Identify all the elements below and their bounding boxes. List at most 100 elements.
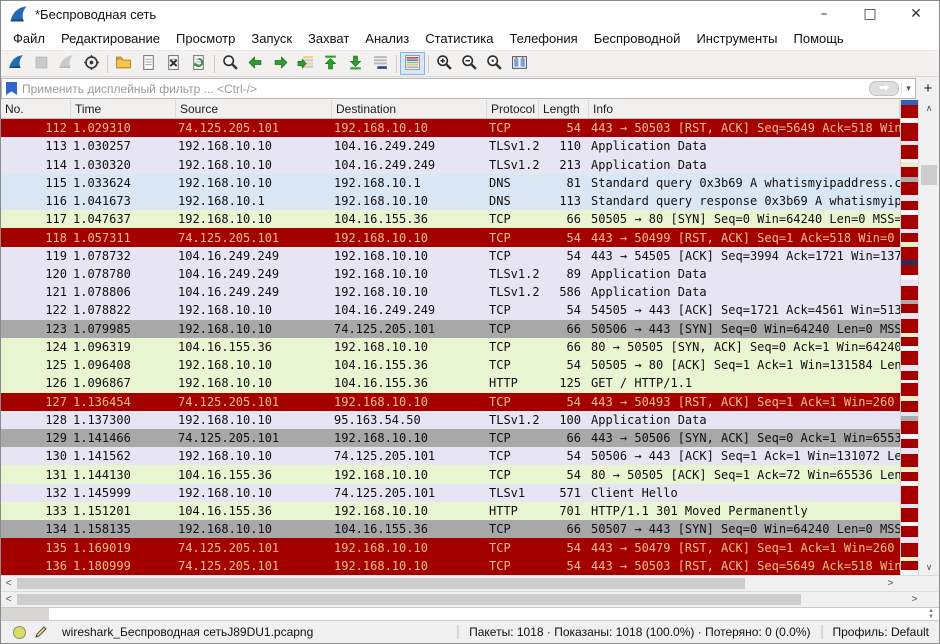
column-header-destination[interactable]: Destination <box>332 100 487 118</box>
vertical-scroll-track[interactable] <box>919 116 939 559</box>
display-filter-input[interactable] <box>22 82 867 96</box>
filter-apply-button[interactable]: ➡ <box>869 81 899 96</box>
menu-item-edit[interactable]: Редактирование <box>53 28 168 49</box>
filter-dropdown-caret-icon[interactable]: ▾ <box>901 83 915 94</box>
open-file-button[interactable] <box>111 52 136 75</box>
filter-add-button[interactable]: + <box>919 78 937 99</box>
menu-item-wireless[interactable]: Беспроводной <box>586 28 689 49</box>
profile-label[interactable]: Профиль: Default <box>821 625 934 639</box>
horizontal-scrollbar-2[interactable]: < > <box>1 592 922 607</box>
packet-row-117[interactable]: 1171.047637192.168.10.10104.16.155.36TCP… <box>1 210 900 228</box>
scroll-right-icon[interactable]: > <box>907 594 922 605</box>
packet-row-114[interactable]: 1141.030320192.168.10.10104.16.249.249TL… <box>1 155 900 173</box>
close-file-button[interactable] <box>161 52 186 75</box>
horizontal-scrollbar-1[interactable]: < > <box>1 576 898 591</box>
scroll-right-icon[interactable]: > <box>883 578 898 589</box>
packet-row-126[interactable]: 1261.096867192.168.10.10104.16.155.36HTT… <box>1 374 900 392</box>
packet-row-124[interactable]: 1241.096319104.16.155.36192.168.10.10TCP… <box>1 338 900 356</box>
capture-options-button[interactable] <box>79 52 104 75</box>
column-header-info[interactable]: Info <box>589 100 900 118</box>
scroll-up-icon[interactable]: ∧ <box>919 100 939 116</box>
zoom-out-button[interactable] <box>457 52 482 75</box>
cell-len: 54 <box>539 559 589 573</box>
auto-scroll-button[interactable] <box>368 52 393 75</box>
packet-row-120[interactable]: 1201.078780104.16.249.249192.168.10.10TL… <box>1 265 900 283</box>
packet-row-128[interactable]: 1281.137300192.168.10.1095.163.54.50TLSv… <box>1 411 900 429</box>
mini-scroll-thumb[interactable] <box>1 608 49 620</box>
column-header-length[interactable]: Length <box>539 100 589 118</box>
menu-item-capture[interactable]: Захват <box>300 28 357 49</box>
column-header-source[interactable]: Source <box>176 100 332 118</box>
packet-row-112[interactable]: 1121.02931074.125.205.101192.168.10.10TC… <box>1 119 900 137</box>
close-button[interactable]: ✕ <box>893 1 939 27</box>
first-packet-button[interactable] <box>318 52 343 75</box>
packet-row-121[interactable]: 1211.078806104.16.249.249192.168.10.10TL… <box>1 283 900 301</box>
filter-bookmark-icon[interactable] <box>6 82 17 95</box>
goto-packet-button[interactable] <box>293 52 318 75</box>
minimap-band <box>901 215 918 229</box>
column-header-time[interactable]: Time <box>71 100 176 118</box>
colorize-button[interactable] <box>400 52 425 75</box>
resize-columns-button[interactable] <box>507 52 532 75</box>
zoom-in-button[interactable] <box>432 52 457 75</box>
packet-minimap[interactable] <box>901 100 918 575</box>
menu-item-view[interactable]: Просмотр <box>168 28 243 49</box>
previous-packet-button[interactable] <box>243 52 268 75</box>
column-header-no[interactable]: No. <box>1 100 71 118</box>
packet-row-113[interactable]: 1131.030257192.168.10.10104.16.249.249TL… <box>1 137 900 155</box>
packet-row-130[interactable]: 1301.141562192.168.10.1074.125.205.101TC… <box>1 447 900 465</box>
menu-item-analyze[interactable]: Анализ <box>357 28 417 49</box>
column-header-protocol[interactable]: Protocol <box>487 100 539 118</box>
packet-row-131[interactable]: 1311.144130104.16.155.36192.168.10.10TCP… <box>1 465 900 483</box>
scroll-left-icon[interactable]: < <box>1 578 16 589</box>
packet-row-132[interactable]: 1321.145999192.168.10.1074.125.205.101TL… <box>1 484 900 502</box>
scroll-down-icon[interactable]: ∨ <box>919 559 939 575</box>
zoom-original-button[interactable] <box>482 52 507 75</box>
menu-item-tools[interactable]: Инструменты <box>688 28 785 49</box>
cell-len: 66 <box>539 322 589 336</box>
packet-row-134[interactable]: 1341.158135192.168.10.10104.16.155.36TCP… <box>1 520 900 538</box>
packet-row-129[interactable]: 1291.14146674.125.205.101192.168.10.10TC… <box>1 429 900 447</box>
packet-row-135[interactable]: 1351.16901974.125.205.101192.168.10.10TC… <box>1 538 900 556</box>
maximize-button[interactable]: □ <box>847 1 893 27</box>
horizontal-scroll-thumb-1[interactable] <box>17 578 745 589</box>
menu-item-go[interactable]: Запуск <box>243 28 300 49</box>
last-packet-button[interactable] <box>343 52 368 75</box>
packet-row-125[interactable]: 1251.096408192.168.10.10104.16.155.36TCP… <box>1 356 900 374</box>
packet-row-116[interactable]: 1161.041673192.168.10.1192.168.10.10DNS1… <box>1 192 900 210</box>
next-packet-button[interactable] <box>268 52 293 75</box>
reload-file-button[interactable] <box>186 52 211 75</box>
cell-proto: HTTP <box>487 504 539 518</box>
packet-row-127[interactable]: 1271.13645474.125.205.101192.168.10.10TC… <box>1 393 900 411</box>
packet-row-119[interactable]: 1191.078732104.16.249.249192.168.10.10TC… <box>1 247 900 265</box>
menu-item-statistics[interactable]: Статистика <box>417 28 501 49</box>
save-file-button[interactable] <box>136 52 161 75</box>
spinner-arrows-icon[interactable]: ▲▼ <box>923 608 939 620</box>
cell-proto: TCP <box>487 468 539 482</box>
horizontal-scroll-track-1[interactable] <box>16 576 883 591</box>
minimize-button[interactable]: – <box>801 1 847 27</box>
packet-row-118[interactable]: 1181.05731174.125.205.101192.168.10.10TC… <box>1 228 900 246</box>
menu-item-help[interactable]: Помощь <box>786 28 852 49</box>
horizontal-scroll-thumb-2[interactable] <box>17 594 801 605</box>
capture-comment-icon[interactable] <box>34 625 48 639</box>
menu-item-file[interactable]: Файл <box>5 28 53 49</box>
mini-scrollbar[interactable]: ▲▼ <box>1 607 939 621</box>
expert-info-icon[interactable] <box>13 626 26 639</box>
packet-row-115[interactable]: 1151.033624192.168.10.10192.168.10.1DNS8… <box>1 174 900 192</box>
cell-len: 110 <box>539 139 589 153</box>
start-capture-button[interactable] <box>4 52 29 75</box>
scroll-left-icon[interactable]: < <box>1 594 16 605</box>
menu-item-telephony[interactable]: Телефония <box>501 28 585 49</box>
packet-row-133[interactable]: 1331.151201104.16.155.36192.168.10.10HTT… <box>1 502 900 520</box>
packet-row-122[interactable]: 1221.078822192.168.10.10104.16.249.249TC… <box>1 301 900 319</box>
packet-row-136[interactable]: 1361.18099974.125.205.101192.168.10.10TC… <box>1 557 900 575</box>
vertical-scroll-thumb[interactable] <box>921 165 937 185</box>
cell-no: 112 <box>1 121 71 135</box>
cell-info: 80 → 50505 [SYN, ACK] Seq=0 Ack=1 Win=64… <box>589 340 900 354</box>
horizontal-scroll-track-2[interactable] <box>16 592 907 607</box>
find-packet-button[interactable] <box>218 52 243 75</box>
packet-row-123[interactable]: 1231.079985192.168.10.1074.125.205.101TC… <box>1 320 900 338</box>
vertical-scrollbar[interactable]: ∧ ∨ <box>918 100 939 575</box>
cell-dst: 192.168.10.10 <box>332 285 487 299</box>
